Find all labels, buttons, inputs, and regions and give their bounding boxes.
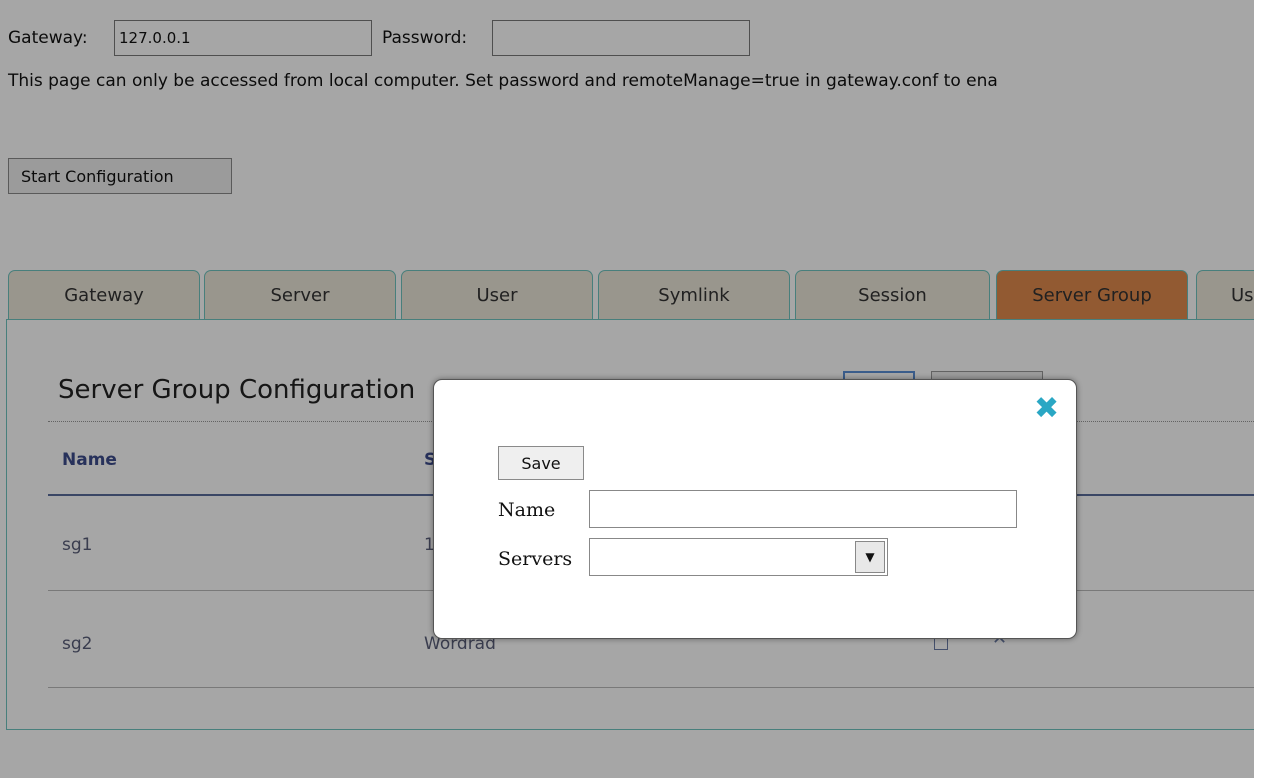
chevron-down-icon[interactable]: ▼ [855, 541, 885, 573]
name-input[interactable] [589, 490, 1017, 528]
name-label: Name [498, 499, 556, 521]
window-right-edge [1254, 0, 1262, 778]
server-group-dialog: ✖ Save Name Servers ▼ [433, 379, 1077, 639]
save-button[interactable]: Save [498, 446, 584, 480]
gateway-admin-page: Gateway: Password: This page can only be… [0, 0, 1254, 778]
close-icon[interactable]: ✖ [1034, 394, 1059, 424]
servers-select[interactable]: ▼ [589, 538, 888, 576]
servers-label: Servers [498, 548, 573, 570]
